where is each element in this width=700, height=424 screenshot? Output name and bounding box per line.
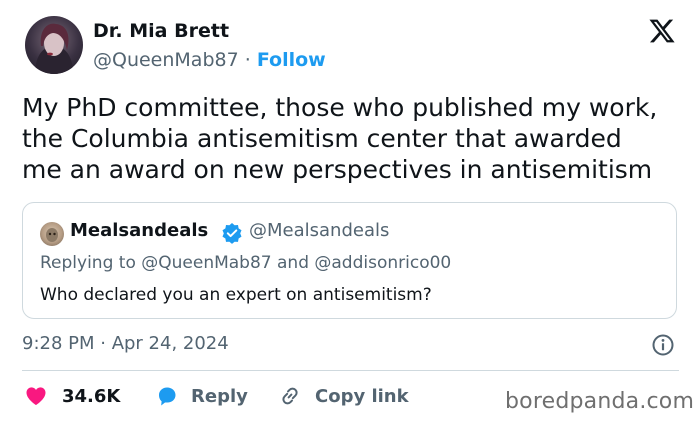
heart-icon [26, 387, 46, 405]
quoted-author-avatar [40, 222, 64, 246]
copy-link-label: Copy link [315, 385, 409, 407]
divider [22, 370, 679, 371]
tweet-text: My PhD committee, those who published my… [22, 92, 682, 185]
follow-button[interactable]: Follow [257, 49, 326, 71]
tweet-line: me an award on new perspectives in antis… [22, 155, 653, 184]
verified-badge-icon [222, 223, 242, 244]
author-handle[interactable]: @QueenMab87 [93, 49, 239, 71]
tweet-line: My PhD committee, those who published my… [22, 93, 658, 122]
author-avatar-photo [35, 23, 73, 74]
quoted-tweet[interactable]: Mealsandeals @Mealsandeals Replying to @… [22, 202, 677, 319]
quoted-author-name[interactable]: Mealsandeals [70, 220, 208, 241]
reply-label: Reply [191, 385, 248, 407]
like-button[interactable]: 34.6K [24, 383, 120, 409]
author-meta: @QueenMab87 · Follow [93, 49, 326, 71]
info-icon[interactable] [651, 333, 675, 357]
copy-link-button[interactable]: Copy link [278, 383, 409, 409]
x-logo-icon[interactable] [648, 17, 676, 45]
handle-separator: · [244, 49, 251, 71]
reply-bubble-icon [159, 387, 176, 406]
quoted-author-handle[interactable]: @Mealsandeals [249, 220, 389, 241]
tweet-line: the Columbia antisemitism center that aw… [22, 124, 622, 153]
quoted-avatar-photo [46, 228, 58, 242]
link-icon [282, 387, 298, 405]
replying-to-line: Replying to @QueenMab87 and @addisonrico… [40, 253, 452, 273]
author-name[interactable]: Dr. Mia Brett [93, 20, 229, 42]
watermark: boredpanda.com [505, 389, 695, 414]
tweet-timestamp[interactable]: 9:28 PM · Apr 24, 2024 [22, 333, 229, 354]
like-count: 34.6K [62, 385, 121, 407]
quoted-tweet-text: Who declared you an expert on antisemiti… [40, 285, 432, 305]
reply-button[interactable]: Reply [155, 383, 248, 409]
author-avatar[interactable] [25, 16, 83, 74]
